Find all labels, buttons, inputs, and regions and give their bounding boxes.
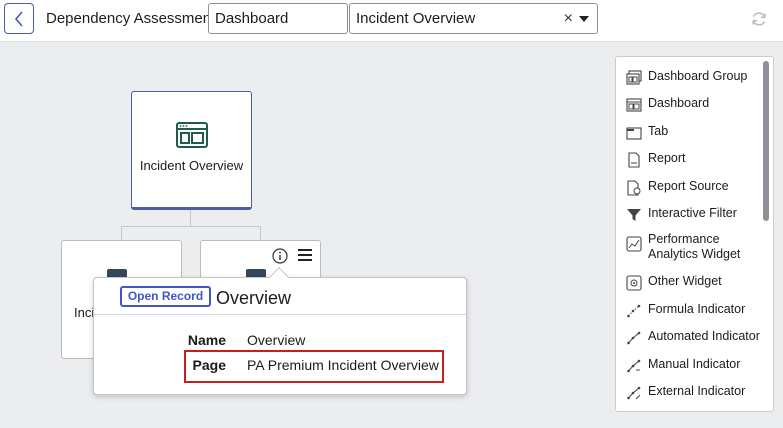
open-record-button[interactable]: Open Record xyxy=(120,286,211,307)
report-icon xyxy=(628,152,640,168)
legend-label: Dashboard xyxy=(648,96,710,110)
back-button[interactable] xyxy=(4,3,34,34)
legend-item-automated-indicator[interactable]: Automated Indicator xyxy=(626,329,760,346)
legend-item-formula-indicator[interactable]: Formula Indicator xyxy=(626,302,745,319)
legend-label: Tab xyxy=(648,124,669,138)
highlight-box xyxy=(184,350,444,383)
top-toolbar: Dependency Assessment Dashboard Incident… xyxy=(0,0,783,42)
legend-label: Automated Indicator xyxy=(648,329,760,343)
legend-label: Dashboard Group xyxy=(648,69,748,83)
dashboard-icon xyxy=(626,98,642,112)
record-select-value: Incident Overview xyxy=(356,10,476,27)
popover-title: Overview xyxy=(216,288,292,308)
node-type-legend: Dashboard Group Dashboard Tab Report Rep… xyxy=(615,56,774,412)
legend-item-report[interactable]: Report xyxy=(626,151,686,168)
connector-line xyxy=(121,226,122,240)
pa-widget-icon xyxy=(626,236,642,252)
record-select[interactable]: Incident Overview × xyxy=(349,3,598,34)
dashboard-group-icon xyxy=(626,70,642,85)
divider xyxy=(94,314,466,315)
menu-icon[interactable] xyxy=(297,248,313,262)
legend-label: Interactive Filter xyxy=(648,206,737,220)
tab-icon xyxy=(626,127,642,140)
formula-indicator-icon xyxy=(627,304,641,318)
connector-line xyxy=(190,210,191,226)
report-source-icon xyxy=(627,180,641,196)
clear-icon[interactable]: × xyxy=(564,10,573,28)
legend-item-tab[interactable]: Tab xyxy=(626,124,668,141)
info-icon[interactable] xyxy=(272,248,288,264)
legend-label: Formula Indicator xyxy=(648,302,746,316)
legend-label: Report xyxy=(648,151,686,165)
legend-item-report-source[interactable]: Report Source xyxy=(626,179,729,196)
legend-label: Other Widget xyxy=(648,274,722,288)
dashboard-icon xyxy=(175,122,208,148)
external-indicator-icon xyxy=(627,386,641,400)
connector-line xyxy=(260,226,261,240)
legend-label: Performance Analytics Widget xyxy=(648,232,741,261)
manual-indicator-icon xyxy=(627,359,641,373)
details-popover: Open Record Overview Name Overview Page … xyxy=(93,267,467,395)
widget-icon xyxy=(626,275,642,291)
type-select[interactable]: Dashboard xyxy=(208,3,348,34)
chevron-left-icon xyxy=(14,10,23,27)
page-title: Dependency Assessment xyxy=(46,10,216,27)
legend-item-manual-indicator[interactable]: Manual Indicator xyxy=(626,357,740,374)
dashboard-node-incident-overview[interactable]: Incident Overview xyxy=(131,91,252,210)
chevron-down-icon[interactable] xyxy=(579,16,589,22)
legend-label: Report Source xyxy=(648,179,729,193)
node-label: Incident Overview xyxy=(139,158,244,173)
node-label: Inci xyxy=(74,305,95,320)
refresh-icon[interactable] xyxy=(748,8,770,30)
legend-scrollbar[interactable] xyxy=(763,61,769,221)
automated-indicator-icon xyxy=(627,331,641,345)
filter-icon xyxy=(627,209,641,221)
legend-label: Manual Indicator xyxy=(648,357,741,371)
legend-item-other-widget[interactable]: Other Widget xyxy=(626,274,722,291)
field-key: Name xyxy=(187,332,226,348)
field-value: Overview xyxy=(247,332,306,348)
legend-label: External Indicator xyxy=(648,384,746,398)
legend-item-external-indicator[interactable]: External Indicator xyxy=(626,384,745,401)
legend-item-dashboard[interactable]: Dashboard xyxy=(626,96,709,113)
legend-item-dashboard-group[interactable]: Dashboard Group xyxy=(626,69,747,86)
legend-item-pa-widget[interactable]: Performance Analytics Widget xyxy=(626,232,748,262)
connector-line xyxy=(121,226,261,227)
legend-item-interactive-filter[interactable]: Interactive Filter xyxy=(626,206,737,223)
